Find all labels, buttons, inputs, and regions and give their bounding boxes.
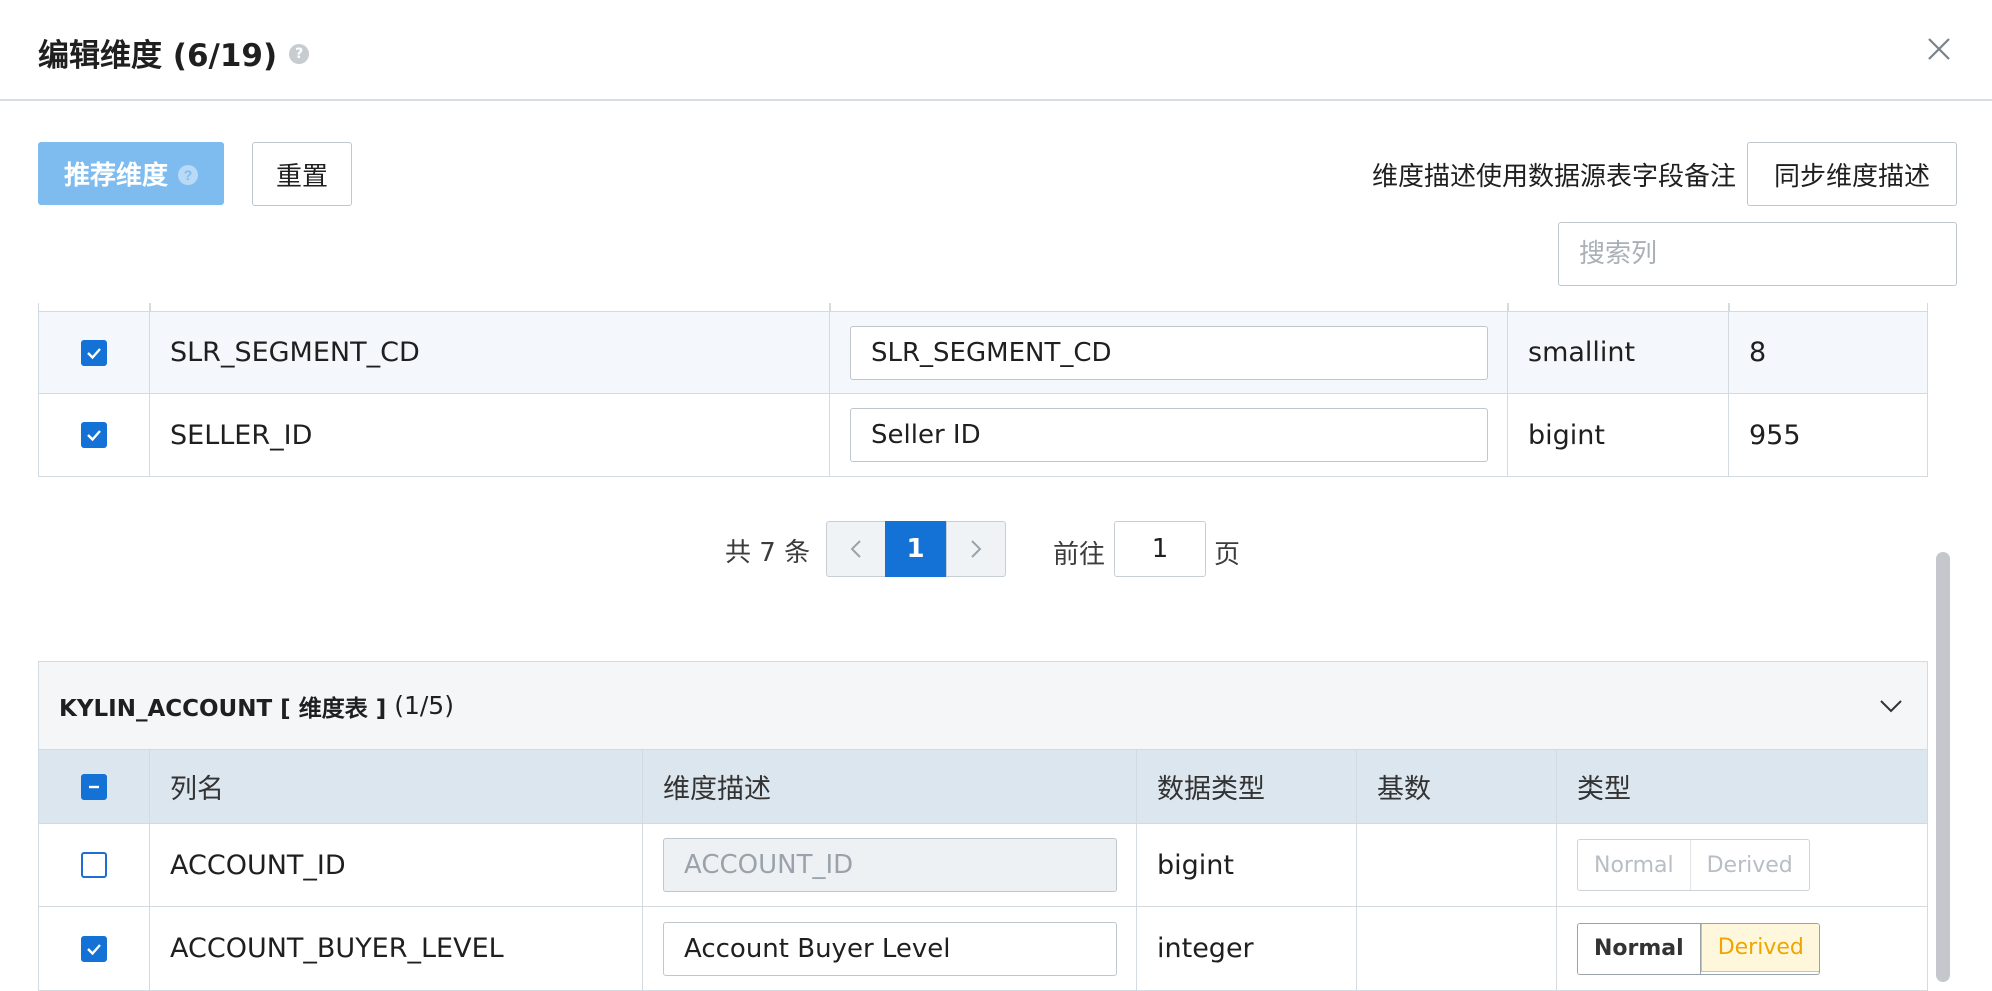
fact-table-rows: SLR_SEGMENT_CD smallint 8 SELLER_ID bigi… [38, 303, 1928, 477]
derived-option[interactable]: Derived [1700, 923, 1820, 972]
row-select-cell [39, 312, 149, 393]
dimension-description-input[interactable] [663, 921, 1117, 976]
select-all-checkbox[interactable] [81, 773, 107, 800]
recommend-dimensions-button[interactable]: 推荐维度 ? [38, 142, 224, 205]
check-icon [87, 943, 101, 955]
header-select-cell [39, 750, 149, 823]
row-checkbox[interactable] [81, 935, 107, 962]
row-select-cell [39, 907, 149, 990]
dimension-type-toggle: Normal Derived [1577, 839, 1810, 891]
column-name-cell: SLR_SEGMENT_CD [149, 312, 829, 393]
data-type-cell: smallint [1507, 312, 1728, 393]
type-cell: Normal Derived [1556, 907, 1927, 990]
column-name-cell: ACCOUNT_BUYER_LEVEL [149, 907, 642, 990]
dialog-title: 编辑维度 (6/19) ? [38, 30, 310, 75]
table-row: SLR_SEGMENT_CD smallint 8 [39, 311, 1927, 394]
header-cardinality: 基数 [1356, 750, 1556, 823]
row-select-cell [39, 824, 149, 906]
close-icon[interactable] [1926, 36, 1952, 62]
page-number-button[interactable]: 1 [885, 521, 946, 577]
row-checkbox[interactable] [81, 339, 107, 366]
table-row: SELLER_ID bigint 955 [39, 394, 1927, 477]
column-name-cell: SELLER_ID [149, 394, 829, 476]
derived-option[interactable]: Derived [1690, 840, 1809, 890]
goto-page-input[interactable] [1114, 521, 1206, 577]
pagination-total: 共 7 条 [725, 538, 811, 568]
panel-header[interactable]: KYLIN_ACCOUNT [ 维度表 ] (1/5) [39, 662, 1927, 750]
description-cell [829, 394, 1507, 476]
header-type: 类型 [1556, 750, 1927, 823]
table-row: ACCOUNT_BUYER_LEVEL integer Normal Deriv… [39, 907, 1927, 990]
data-type-cell: integer [1136, 907, 1356, 990]
table-name: KYLIN_ACCOUNT [ 维度表 ] [59, 695, 387, 722]
selected-count: (1/5) [394, 691, 454, 720]
next-page-button[interactable] [946, 521, 1006, 577]
lookup-table-panel: KYLIN_ACCOUNT [ 维度表 ] (1/5) 列名 维度描述 数据类型… [38, 661, 1928, 991]
dimension-description-input[interactable] [850, 325, 1488, 380]
goto-label: 前往 [1053, 540, 1106, 570]
description-cell [642, 824, 1136, 906]
header-data-type: 数据类型 [1136, 750, 1356, 823]
table-row: ACCOUNT_ID bigint Normal Derived [39, 824, 1927, 907]
column-divider [1728, 303, 1730, 311]
sync-description-button[interactable]: 同步维度描述 [1747, 142, 1957, 206]
row-checkbox[interactable] [81, 852, 107, 878]
search-column-input[interactable] [1558, 222, 1957, 286]
cardinality-cell [1356, 907, 1556, 990]
header-column-name: 列名 [149, 750, 642, 823]
description-cell [642, 907, 1136, 990]
chevron-right-icon [971, 540, 982, 558]
row-select-cell [39, 394, 149, 476]
dimension-description-input[interactable] [850, 408, 1488, 462]
minus-icon [89, 785, 99, 788]
description-cell [829, 312, 1507, 393]
cardinality-cell: 955 [1728, 394, 1929, 476]
normal-option[interactable]: Normal [1578, 840, 1691, 890]
column-divider [149, 303, 151, 311]
dialog-title-text: 编辑维度 (6/19) [38, 38, 278, 74]
row-checkbox[interactable] [81, 422, 107, 448]
column-name-cell: ACCOUNT_ID [149, 824, 642, 906]
dialog-header: 编辑维度 (6/19) ? [0, 0, 1992, 101]
column-divider [829, 303, 831, 311]
cardinality-cell [1356, 824, 1556, 906]
check-icon [87, 430, 101, 442]
page-suffix-label: 页 [1214, 540, 1241, 570]
normal-option[interactable]: Normal [1578, 923, 1701, 974]
chevron-down-icon[interactable] [1877, 692, 1905, 720]
data-type-cell: bigint [1136, 824, 1356, 906]
data-type-cell: bigint [1507, 394, 1728, 476]
type-cell: Normal Derived [1556, 824, 1927, 906]
header-description: 维度描述 [642, 750, 1136, 823]
question-circle-icon: ? [178, 164, 198, 185]
chevron-left-icon [850, 540, 861, 558]
vertical-scrollbar-thumb[interactable] [1936, 552, 1950, 982]
cardinality-cell: 8 [1728, 312, 1929, 393]
reset-button[interactable]: 重置 [252, 142, 352, 206]
recommend-dimensions-label: 推荐维度 [63, 160, 168, 190]
sync-description-hint: 维度描述使用数据源表字段备注 [1371, 162, 1736, 192]
dimension-type-toggle: Normal Derived [1577, 922, 1821, 975]
table-header-row: 列名 维度描述 数据类型 基数 类型 [39, 750, 1927, 824]
check-icon [87, 347, 101, 359]
column-divider [1507, 303, 1509, 311]
prev-page-button[interactable] [826, 521, 886, 577]
dimension-description-input[interactable] [663, 838, 1117, 892]
question-circle-icon[interactable]: ? [289, 43, 310, 64]
